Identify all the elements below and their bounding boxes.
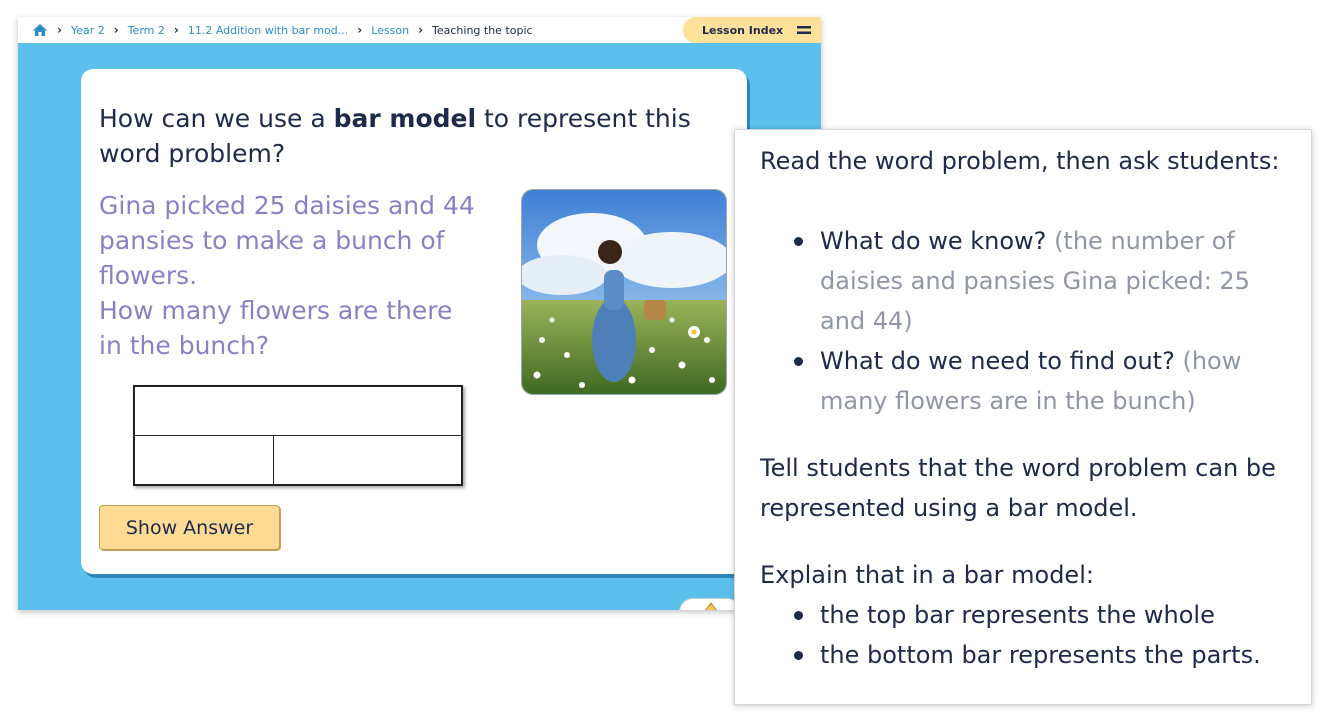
- breadcrumb-term[interactable]: Term 2: [128, 24, 165, 37]
- notes-question: What do we know?: [820, 227, 1047, 255]
- lesson-index-button[interactable]: Lesson Index: [683, 17, 821, 43]
- question-bold-term: bar model: [333, 104, 477, 133]
- list-item: the bottom bar represents the parts.: [790, 635, 1290, 675]
- lesson-index-label: Lesson Index: [702, 23, 784, 37]
- bar-model-diagram: [133, 385, 463, 486]
- chevron-right-icon: ›: [357, 23, 363, 37]
- breadcrumb-year[interactable]: Year 2: [71, 24, 105, 37]
- chevron-right-icon: ›: [173, 23, 179, 37]
- teacher-notes-panel: Read the word problem, then ask students…: [734, 129, 1312, 705]
- chevron-right-icon: ›: [57, 23, 62, 37]
- list-item: What do we know? (the number of daisies …: [790, 221, 1290, 341]
- list-item: the top bar represents the whole: [790, 595, 1290, 635]
- notes-explain: Explain that in a bar model:: [760, 561, 1094, 589]
- breadcrumb-lesson[interactable]: Lesson: [371, 24, 409, 37]
- breadcrumb: › Year 2 › Term 2 › 11.2 Addition with b…: [18, 17, 821, 43]
- question-heading: How can we use a bar model to represent …: [99, 101, 699, 171]
- question-text-start: How can we use a: [99, 104, 334, 133]
- show-answer-button[interactable]: Show Answer: [99, 505, 280, 550]
- bar-model-part: [135, 436, 274, 484]
- notes-tell: Tell students that the word problem can …: [760, 454, 1276, 522]
- breadcrumb-unit[interactable]: 11.2 Addition with bar mod...: [188, 24, 348, 37]
- notes-intro: Read the word problem, then ask students…: [760, 147, 1280, 175]
- notes-question: What do we need to find out?: [820, 347, 1175, 375]
- word-problem: Gina picked 25 daisies and 44 pansies to…: [99, 188, 479, 363]
- menu-icon: [797, 26, 812, 34]
- notes-question-list: What do we know? (the number of daisies …: [790, 221, 1290, 421]
- breadcrumb-current: Teaching the topic: [432, 23, 533, 37]
- triangle-up-icon: [705, 602, 717, 610]
- chevron-right-icon: ›: [113, 23, 119, 37]
- notes-bar-model-list: the top bar represents the whole the bot…: [790, 595, 1290, 675]
- chevron-right-icon: ›: [418, 23, 424, 37]
- lesson-window: › Year 2 › Term 2 › 11.2 Addition with b…: [18, 17, 821, 610]
- slide-card: How can we use a bar model to represent …: [81, 69, 747, 574]
- home-icon[interactable]: [32, 22, 48, 38]
- slide-navigation-tab[interactable]: [679, 598, 741, 610]
- word-problem-statement: Gina picked 25 daisies and 44 pansies to…: [99, 191, 475, 290]
- girl-in-flower-field-image: [521, 189, 727, 395]
- word-problem-question: How many flowers are there in the bunch?: [99, 296, 453, 360]
- list-item: What do we need to find out? (how many f…: [790, 341, 1290, 421]
- bar-model-whole: [135, 387, 461, 436]
